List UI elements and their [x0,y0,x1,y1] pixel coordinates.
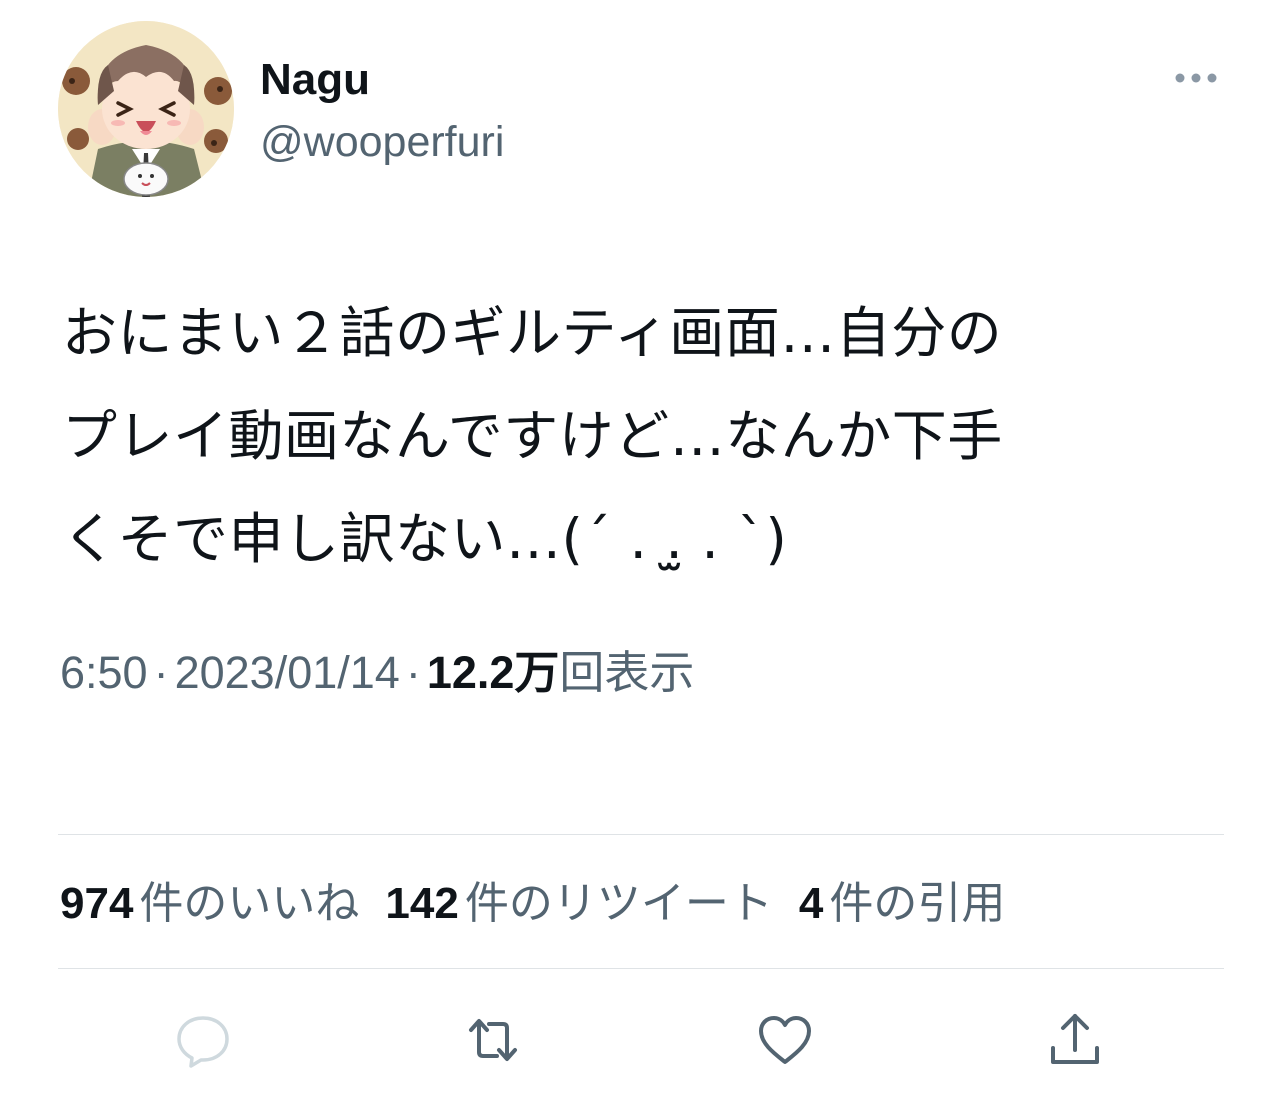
author-display-name[interactable]: Nagu [260,54,370,106]
heart-icon [759,1016,811,1064]
tweet-detail: Nagu @wooperfuri おにまい２話のギルティ画面…自分の プレイ動画… [0,0,1282,1113]
retweets-count: 142 [385,879,459,928]
more-options-button[interactable] [1170,60,1222,96]
views-label: 回表示 [559,647,695,698]
meta-separator: · [405,647,421,698]
retweets-label: 件のリツイート [464,879,773,928]
divider [58,834,1224,835]
tweet-text-line: おにまい２話のギルティ画面…自分の [62,301,1003,365]
share-button[interactable] [1040,1005,1110,1075]
share-icon [1051,1014,1099,1064]
author-handle[interactable]: @wooperfuri [260,116,504,168]
likes-count: 974 [60,879,134,928]
avatar[interactable] [58,21,234,197]
views-count: 12.2万 [426,647,560,698]
reply-button[interactable] [168,1005,238,1075]
tweet-time[interactable]: 6:50 [60,647,148,698]
tweet-text-line: くそで申し訳ない…(´ . .̫ . `) [62,507,788,571]
likes-stat[interactable]: 974 件のいいね [60,876,359,932]
likes-label: 件のいいね [139,879,360,928]
meta-separator: · [153,647,169,698]
quotes-count: 4 [798,879,824,928]
action-bar [0,1005,1282,1075]
tweet-text: おにまい２話のギルティ画面…自分の プレイ動画なんですけど…なんか下手 くそで申… [62,282,1212,591]
retweets-stat[interactable]: 142 件のリツイート [385,876,772,932]
tweet-meta: 6:50 · 2023/01/14 · 12.2万回表示 [60,645,694,701]
tweet-text-line: プレイ動画なんですけど…なんか下手 [62,404,1003,468]
quotes-stat[interactable]: 4 件の引用 [799,876,1005,932]
more-horizontal-icon [1175,73,1217,83]
retweet-button[interactable] [458,1005,528,1075]
divider [58,968,1224,969]
reply-icon [177,1016,229,1068]
retweet-icon [469,1019,517,1061]
quotes-label: 件の引用 [829,879,1006,928]
engagement-stats: 974 件のいいね 142 件のリツイート 4 件の引用 [60,876,1031,932]
tweet-date[interactable]: 2023/01/14 [175,647,400,698]
anime-avatar-icon [58,21,234,197]
like-button[interactable] [750,1005,820,1075]
